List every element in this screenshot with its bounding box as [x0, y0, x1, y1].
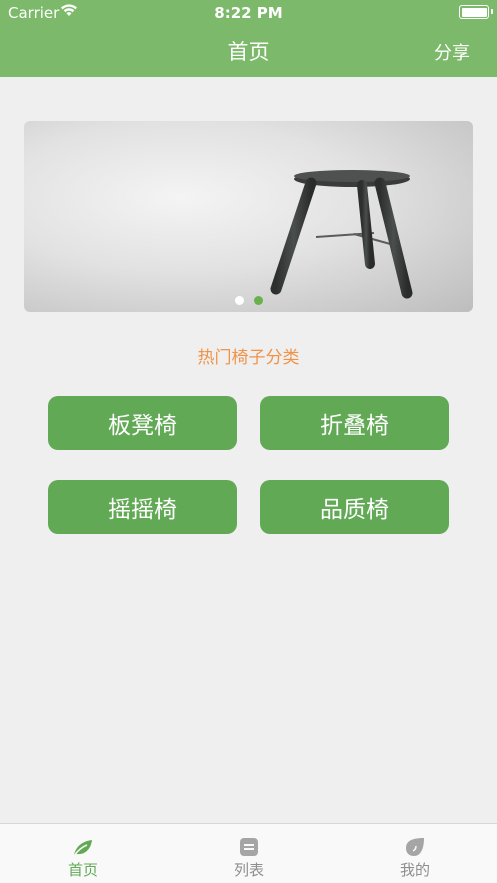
section-title: 热门椅子分类 — [197, 348, 300, 368]
category-button-quality-chair[interactable]: 品质椅 — [260, 480, 449, 534]
stool-image — [270, 170, 413, 299]
list-icon — [240, 838, 258, 856]
tab-bar: 首页 列表 我的 — [0, 823, 497, 883]
navigation-bar: 首页 分享 — [0, 26, 497, 77]
carousel-dot-2[interactable] — [253, 296, 263, 305]
battery-icon — [459, 5, 493, 19]
tab-profile[interactable]: 我的 — [332, 824, 497, 883]
status-time: 8:22 PM — [214, 4, 283, 22]
tab-home[interactable]: 首页 — [0, 824, 166, 883]
category-button-stool-chair[interactable]: 板凳椅 — [48, 396, 237, 450]
share-button[interactable]: 分享 — [434, 39, 470, 65]
leaf-icon — [73, 840, 92, 857]
tab-profile-label: 我的 — [399, 861, 430, 879]
top-bar: Carrier 8:22 PM 首页 分享 — [0, 0, 497, 77]
carousel-page-indicator — [24, 290, 473, 309]
tab-list[interactable]: 列表 — [166, 824, 332, 883]
page-title: 首页 — [227, 40, 270, 64]
tab-home-label: 首页 — [67, 861, 98, 879]
carousel-dot-1[interactable] — [234, 296, 244, 305]
status-bar: Carrier 8:22 PM — [0, 0, 497, 26]
category-button-rocking-chair[interactable]: 摇摇椅 — [48, 480, 237, 534]
tab-list-label: 列表 — [233, 861, 264, 879]
banner-carousel[interactable] — [24, 121, 473, 312]
profile-leaf-icon — [406, 838, 424, 856]
category-button-folding-chair[interactable]: 折叠椅 — [260, 396, 449, 450]
